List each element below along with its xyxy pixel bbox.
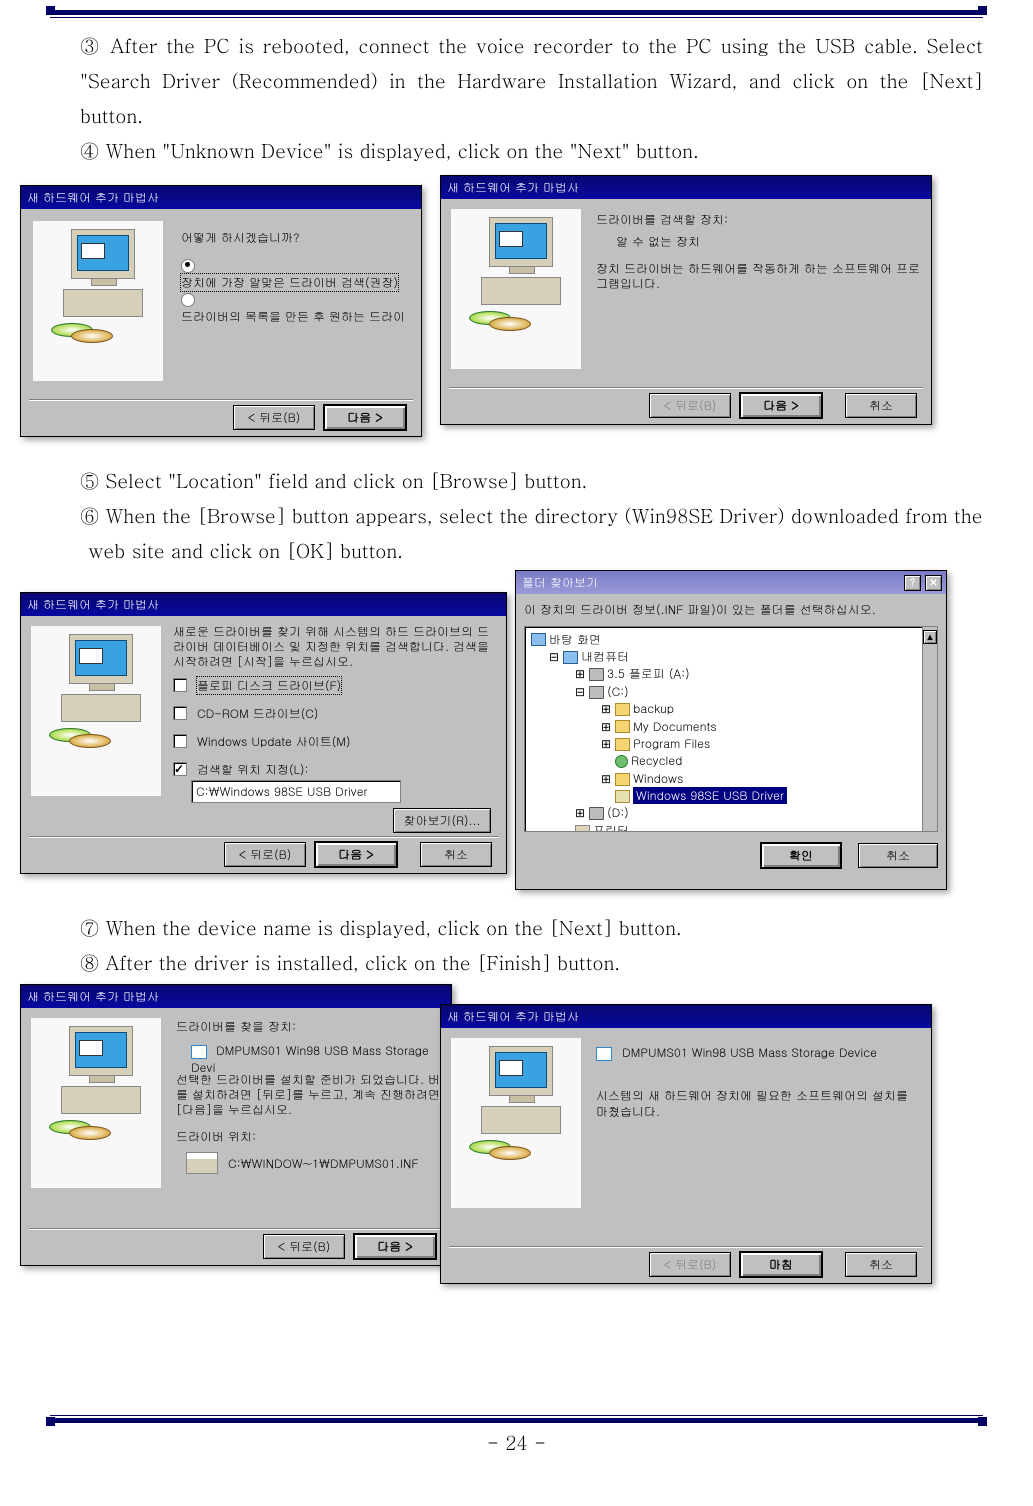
driver-path-label: C:\WINDOW~1\DMPUMS01.INF [228, 1155, 419, 1172]
tree-recycled[interactable]: Recycled [631, 752, 682, 769]
location-label: 검색할 위치 지정(L): [197, 761, 309, 778]
cdrom-checkbox[interactable] [173, 706, 187, 720]
recycled-icon [615, 755, 628, 768]
para-4: ④ When "Unknown Device" is displayed, cl… [80, 133, 983, 168]
next-button[interactable]: 다음 > [323, 404, 407, 431]
wizard-dialog-search-driver: 새 하드웨어 추가 마법사 어떻게 하시겠습니까? 장치에 가장 알맞은 드라이… [20, 185, 422, 437]
wizard-dialog-unknown-device: 새 하드웨어 추가 마법사 드라이버를 검색할 장치: 알 수 없는 장치 장치… [440, 175, 932, 425]
tree-scrollbar[interactable]: ▴ ▾ [922, 627, 937, 831]
back-button[interactable]: < 뒤로(B) [224, 842, 306, 867]
finish-button[interactable]: 마침 [739, 1251, 823, 1278]
wizard-question: 어떻게 하시겠습니까? [181, 229, 300, 246]
cancel-button[interactable]: 취소 [858, 843, 938, 868]
cancel-button[interactable]: 취소 [845, 393, 917, 418]
ready-install-label: 선택한 드라이버를 설치할 준비가 되었습니다. 버를 설치하려면 [뒤로]를 … [176, 1072, 443, 1117]
tree-windows[interactable]: Windows [633, 770, 683, 787]
radio-list[interactable] [181, 293, 195, 307]
folder-icon [615, 773, 630, 786]
find-driver-label: 드라이버를 찾을 장치: [176, 1018, 296, 1035]
dialog-title: 새 하드웨어 추가 마법사 [441, 176, 931, 199]
dialog-title: 새 하드웨어 추가 마법사 [441, 1005, 931, 1028]
tree-mycomputer[interactable]: 내컴퓨터 [581, 648, 629, 665]
help-icon[interactable]: ? [904, 575, 921, 591]
computer-tree-icon [563, 651, 578, 664]
cancel-button[interactable]: 취소 [420, 842, 492, 867]
tree-c[interactable]: (C:) [607, 683, 629, 700]
floppy-icon [589, 668, 604, 681]
computer-icon [31, 1018, 161, 1188]
next-button[interactable]: 다음 > [739, 392, 823, 419]
search-device-label: 드라이버를 검색할 장치: [596, 211, 728, 228]
wizard-dialog-ready-install: 새 하드웨어 추가 마법사 드라이버를 찾을 장치: DMPUMS01 Win9… [20, 984, 452, 1266]
unknown-device-label: 알 수 없는 장치 [616, 233, 700, 250]
radio-recommended-label: 장치에 가장 알맞은 드라이버 검색(권장) [181, 274, 398, 291]
desktop-icon [531, 633, 546, 646]
browse-instruction: 이 장치의 드라이버 정보(.INF 파일)이 있는 폴더를 선택하십시오. [524, 602, 938, 618]
cancel-button[interactable]: 취소 [845, 1252, 917, 1277]
wizard-dialog-finish: 새 하드웨어 추가 마법사 DMPUMS01 Win98 USB Mass St… [440, 1004, 932, 1284]
close-icon[interactable]: ✕ [925, 575, 942, 591]
next-button[interactable]: 다음 > [314, 841, 398, 868]
floppy-label: 플로피 디스크 드라이브(F) [197, 677, 341, 694]
folder-icon [615, 738, 630, 751]
windows-update-checkbox[interactable] [173, 734, 187, 748]
radio-recommended[interactable] [181, 259, 195, 273]
device-name-label: DMPUMS01 Win98 USB Mass Storage Device [622, 1044, 877, 1061]
tree-floppy[interactable]: 3.5 플로피 (A:) [607, 665, 690, 682]
para-6: ⑥ When the [Browse] button appears, sele… [80, 498, 983, 533]
cdrom-label: CD-ROM 드라이브(C) [197, 705, 318, 722]
driver-desc-label: 장치 드라이버는 하드웨어를 작동하게 하는 소프트웨어 프로그램입니다. [596, 261, 921, 292]
location-path-field[interactable]: C:\Windows 98SE USB Driver [191, 780, 401, 803]
folder-open-icon [615, 790, 630, 803]
back-button: < 뒤로(B) [649, 393, 731, 418]
computer-icon [31, 626, 161, 796]
drive-c-icon [589, 686, 604, 699]
para-5: ⑤ Select "Location" field and click on [… [80, 463, 983, 498]
device-file-icon [596, 1047, 612, 1061]
tree-backup[interactable]: backup [633, 700, 674, 717]
dialog-title: 폴더 찾아보기 ? ✕ [516, 571, 946, 594]
para-8: ⑧ After the driver is installed, click o… [80, 945, 983, 980]
folder-icon [615, 720, 630, 733]
browse-folder-dialog: 폴더 찾아보기 ? ✕ 이 장치의 드라이버 정보(.INF 파일)이 있는 폴… [515, 570, 947, 890]
tree-d[interactable]: (D:) [607, 804, 629, 821]
driver-location-label: 드라이버 위치: [176, 1128, 256, 1145]
drive-d-icon [589, 807, 604, 820]
computer-icon [33, 221, 163, 381]
back-button[interactable]: < 뒤로(B) [233, 405, 315, 430]
wizard-dialog-location: 새 하드웨어 추가 마법사 새로운 드라이버를 찾기 위해 시스템의 하드 드라… [20, 592, 507, 874]
location-checkbox[interactable] [173, 762, 187, 776]
para-7: ⑦ When the device name is displayed, cli… [80, 910, 983, 945]
folder-icon [615, 703, 630, 716]
radio-list-label: 드라이버의 목록을 만든 후 원하는 드라이 [181, 308, 405, 325]
computer-icon [451, 1038, 581, 1208]
dialog-title: 새 하드웨어 추가 마법사 [21, 593, 506, 616]
para-6b: web site and click on [OK] button. [80, 533, 983, 568]
install-complete-label: 시스템의 새 하드웨어 장치에 필요한 소프트웨어의 설치를 마쳤습니다. [596, 1088, 919, 1119]
ok-button[interactable]: 확인 [760, 842, 842, 869]
tree-pf[interactable]: Program Files [633, 735, 710, 752]
next-button[interactable]: 다음 > [353, 1233, 437, 1260]
floppy-checkbox[interactable] [173, 678, 187, 692]
dialog-title: 새 하드웨어 추가 마법사 [21, 186, 421, 209]
tree-desktop[interactable]: 바탕 화면 [549, 631, 601, 648]
inf-file-icon [186, 1152, 218, 1174]
page-number: - 24 - [50, 1429, 983, 1456]
printer-tree-icon [575, 825, 590, 831]
computer-icon [451, 209, 581, 369]
tree-docs[interactable]: My Documents [633, 718, 717, 735]
back-button: < 뒤로(B) [649, 1252, 731, 1277]
tree-driver-selected[interactable]: Windows 98SE USB Driver [633, 787, 787, 804]
dialog-title: 새 하드웨어 추가 마법사 [21, 985, 451, 1008]
search-intro-label: 새로운 드라이버를 찾기 위해 시스템의 하드 드라이브의 드라이버 데이터베이… [173, 624, 496, 669]
para-3: ③ After the PC is rebooted, connect the … [80, 28, 983, 133]
back-button[interactable]: < 뒤로(B) [263, 1234, 345, 1259]
device-file-icon [191, 1045, 207, 1059]
windows-update-label: Windows Update 사이트(M) [197, 733, 351, 750]
tree-printer[interactable]: 프린터 [593, 822, 629, 832]
browse-button[interactable]: 찾아보기(R)... [393, 808, 491, 833]
